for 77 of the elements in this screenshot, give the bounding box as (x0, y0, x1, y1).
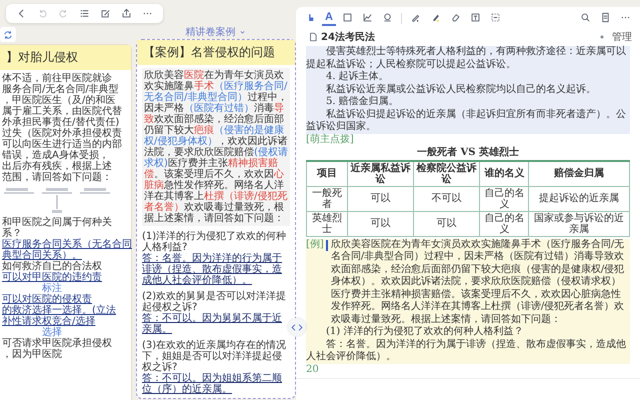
list-icon (79, 8, 90, 19)
question-text: (3)在欢欢的近亲属均存在的情况下，姐姐是否可以对洋洋提起侵权之诉? (142, 340, 288, 373)
selection-handle[interactable] (326, 240, 328, 250)
table-cell: 国家或参与诉讼的近亲属 (528, 211, 630, 236)
eraser-icon (450, 12, 461, 22)
example-paragraph: 欣欣美容医院在为青年女演员欢欢实施隆鼻手术（医疗服务合同/无名合同/非典型合同）过程中，因未严格（医院有过错）消毒导致欢欢面部感染，经治愈后面部仍留下较大疤痕（侵害的是健康权/侵犯身体权）。欢欢因此诉诸法院，要求欣欣医院赔偿（侵权请求权）医疗费并主张精神损害赔偿。该案受理后不久，欢欢因心脏病急性发作猝死。网络名人洋洋在其博客上杜撰（诽谤/侵犯死者名誉）欢欢吸毒过量致死。根据上述案情，请回答如下问题： (330, 238, 626, 326)
column-header: 近亲属私益诉讼 (347, 160, 414, 186)
card-text-line: 出后亦有残疾，根据上述 (2, 161, 112, 172)
redo-icon (58, 8, 69, 19)
card-title: 】对胎儿侵权 (0, 45, 131, 70)
card-text-line: 体不适，前往甲医院就诊 (2, 73, 112, 84)
tip-heading: [萌主点拨] (306, 134, 355, 146)
line-chart-icon (362, 12, 373, 22)
card-text-line: 的救济选择一选择。(立法 (2, 305, 116, 316)
table-title: 一般死者 VS 英雄烈士 (416, 147, 520, 160)
card-text-line: 范围，请回答如下问题： (2, 172, 112, 183)
answer-text: 答：名誉。因为洋洋的行为属于诽谤（捏造、散布虚假事实，造成他人社会评价降低）。 (306, 338, 630, 364)
card-text-line: ，甲医院医生（及/的和医 (2, 95, 116, 106)
card-text-line: 和甲医院之间属于何种关 (2, 217, 112, 228)
document-paragraph: 侵害英雄烈士等特殊死者人格利益的，有两种救济途径：近亲属可以提起私益诉讼；人民检察院可以提起公益诉讼。 (306, 46, 630, 71)
section-label[interactable]: 精讲卷案例 (186, 25, 236, 39)
sync-icon (3, 30, 13, 40)
chevrons-icon (290, 324, 304, 330)
answer-text: 答：名誉。因为洋洋的行为属于诽谤（捏造、散布虚假事实，造成他人社会评价降低）。 (142, 253, 283, 286)
text-box-icon (470, 12, 481, 22)
table-cell: 英雄烈士 (306, 211, 348, 236)
card-text-line: 错误，造成A身体受损， (2, 150, 109, 161)
column-header: 检察院公益诉讼 (413, 160, 480, 186)
table-cell: 可以 (347, 186, 414, 211)
question-text: (2)欢欢的舅舅是否可以对洋洋提起侵权之诉? (142, 291, 288, 313)
page-icon (600, 12, 611, 22)
document-icon (308, 32, 318, 42)
document-paragraph: 私益诉讼归提起诉讼的近亲属（非起诉归宜所有而非死者遗产）。公益诉讼归国家。 (306, 108, 630, 134)
text-tool-button[interactable]: A (322, 10, 336, 26)
column-header: 项目 (306, 160, 348, 186)
card-text-line: 补性请求权竞合/选择 (2, 316, 96, 327)
card-text-line: 可否请求甲医院承担侵权 (2, 338, 112, 349)
column-header: 谁的名义 (480, 160, 529, 186)
card-text-line: 外承担民事责任/替代责任) (2, 117, 120, 128)
card-text-line: ，因为甲医院 (2, 349, 62, 360)
rectangle-icon (342, 12, 353, 22)
share-icon (121, 8, 132, 19)
stamp-icon (382, 12, 393, 22)
table-cell: 一般死者 (306, 186, 348, 211)
question-text: (1) 洋洋的行为侵犯了欢欢的何种人格利益？ (306, 326, 630, 338)
card-text-line: 过失（医院对外承担侵权责 (2, 128, 122, 139)
annotation-tag[interactable]: 选择 (42, 327, 62, 338)
column-header: 赔偿金归属 (528, 160, 630, 186)
question-text: (1)洋洋的行为侵犯了欢欢的何种人格利益? (142, 231, 288, 253)
sync-button[interactable] (0, 27, 16, 42)
card-text-line: 属于雇工关系，由医院代替 (2, 106, 122, 117)
card-text-line: 服务合同/无名合同/非典型 (2, 84, 119, 95)
case-paragraph: 欣欣美容医院在为青年女演员欢欢实施隆鼻手术（医疗服务合同/无名合同/非典型合同）过程中，因未严格（医院有过错）消毒导致欢欢面部感染，经治愈后面部仍留下较大疤痕（侵害的是健康权/侵犯身体权），欢欢因此诉诸法院，要求欣欣医院赔偿(侵权请求权)医疗费并主张精神损害赔偿。该案受理后不久，欢欢因心脏病急性发作猝死。网络名人洋洋在其博客上杜撰（诽谤/侵犯死者名誉）欢欢吸毒过量致死，根据上述案情，请回答如下问题： (142, 68, 290, 226)
table-cell: 可以 (347, 211, 414, 236)
document-paragraph: 4. 起诉主体。 (306, 71, 630, 84)
search-icon (580, 12, 591, 22)
card-text-line: 如何救济自已的合法权 (2, 261, 102, 272)
annotation-tag[interactable]: 标注 (42, 283, 62, 294)
table-cell: 不可以 (413, 186, 480, 211)
dashed-selection-icon (490, 12, 501, 22)
dot-icon (598, 32, 606, 40)
table-cell: 自己的名义 (480, 186, 529, 211)
card-title: 【案例】名誉侵权的问题 (137, 40, 295, 65)
edit-icon (100, 8, 111, 19)
card-text-line: 可以向医生进行适当的内部 (2, 139, 122, 150)
table-cell: 可以 (413, 211, 480, 236)
answer-text: 答：不可以。因为舅舅不属于近亲属。 (142, 313, 283, 335)
manage-link[interactable]: 管理 (612, 30, 632, 44)
table-cell: 自己的名义 (480, 211, 529, 236)
card-text-line: 系？ (2, 228, 22, 239)
document-paragraph: 5. 赔偿金归属。 (306, 96, 630, 108)
document-paragraph: 私益诉讼近亲属或公益诉讼人民检察院均以自己的名义起诉。 (306, 84, 630, 96)
example-tag: [例] (306, 238, 324, 251)
page-number: 20 (306, 364, 320, 376)
table-cell: 提起诉讼的近亲属 (528, 186, 630, 211)
undo-icon (37, 8, 48, 19)
answer-text: 答：不可以。因为姐姐系第二顺位（序）的近亲属。 (142, 373, 283, 395)
